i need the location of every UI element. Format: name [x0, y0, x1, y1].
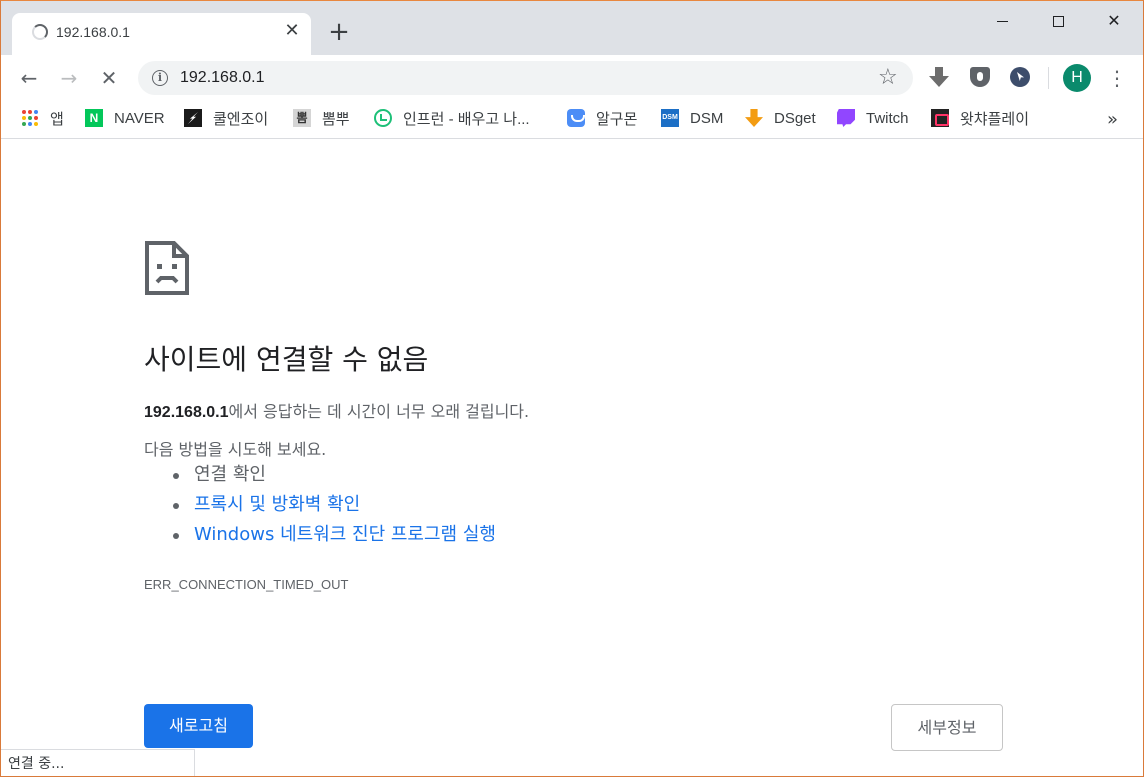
- status-bubble: 연결 중...: [1, 749, 195, 776]
- bookmark-dsm[interactable]: DSM DSM: [661, 107, 723, 129]
- suggestion-check-proxy-firewall-link[interactable]: 프록시 및 방화벽 확인: [144, 492, 496, 522]
- cursor-extension-icon[interactable]: [1010, 67, 1030, 87]
- bookmark-dsget[interactable]: DSget: [745, 107, 816, 129]
- active-tab[interactable]: 192.168.0.1 ✕: [12, 13, 311, 55]
- bookmark-star-icon[interactable]: ☆: [878, 65, 898, 90]
- shield-extension-icon[interactable]: [970, 67, 990, 87]
- sad-page-icon: [145, 241, 189, 295]
- algumon-icon: [567, 109, 585, 127]
- url-text[interactable]: 192.168.0.1: [180, 69, 265, 87]
- bookmark-ppomppu[interactable]: 뽐 뽐뿌: [293, 107, 350, 129]
- bookmark-label: 왓챠플레이: [960, 110, 1030, 128]
- minimize-button[interactable]: [979, 7, 1025, 35]
- bookmark-naver[interactable]: N NAVER: [85, 107, 165, 129]
- loading-spinner-icon: [32, 24, 48, 40]
- suggestion-network-diagnostics-link[interactable]: Windows 네트워크 진단 프로그램 실행: [144, 522, 496, 552]
- tab-strip: 192.168.0.1 ✕ + ✕: [1, 1, 1143, 55]
- forward-button[interactable]: →: [55, 64, 83, 92]
- coolenjoy-icon: [184, 109, 202, 127]
- error-description-text: 에서 응답하는 데 시간이 너무 오래 걸립니다.: [228, 402, 530, 421]
- reload-button[interactable]: 새로고침: [144, 704, 253, 748]
- bookmark-twitch[interactable]: Twitch: [837, 107, 909, 129]
- download-extension-icon[interactable]: [929, 67, 949, 87]
- bookmark-label: Twitch: [866, 109, 909, 127]
- error-page: 사이트에 연결할 수 없음 192.168.0.1에서 응답하는 데 시간이 너…: [1, 140, 1143, 776]
- bookmark-label: 뽐뿌: [322, 110, 350, 128]
- bookmark-coolenjoy[interactable]: 쿨엔조이: [184, 107, 268, 129]
- info-icon[interactable]: i: [152, 70, 168, 86]
- maximize-button[interactable]: [1035, 7, 1081, 35]
- dsget-icon: [745, 109, 763, 127]
- apps-grid-icon: [21, 109, 39, 127]
- bookmark-label: DSM: [690, 109, 724, 127]
- bookmark-label: 쿨엔조이: [213, 110, 269, 128]
- minimize-icon: [996, 21, 1008, 22]
- naver-icon: N: [85, 109, 103, 127]
- bookmark-watcha[interactable]: 왓챠플레이: [931, 107, 1029, 129]
- address-bar[interactable]: i 192.168.0.1 ☆: [138, 61, 913, 95]
- error-description: 192.168.0.1에서 응답하는 데 시간이 너무 오래 걸립니다.: [144, 398, 529, 422]
- tab-title: 192.168.0.1: [56, 24, 130, 40]
- bookmark-label: DSget: [774, 109, 816, 127]
- bookmark-algumon[interactable]: 알구몬: [567, 107, 637, 129]
- more-bookmarks-icon[interactable]: »: [1107, 109, 1118, 130]
- suggestions-heading: 다음 방법을 시도해 보세요.: [144, 440, 327, 459]
- bookmark-label: 앱: [50, 110, 64, 128]
- close-window-button[interactable]: ✕: [1091, 7, 1137, 35]
- new-tab-button[interactable]: +: [327, 19, 351, 47]
- suggestions-list: 연결 확인 프록시 및 방화벽 확인 Windows 네트워크 진단 프로그램 …: [144, 462, 496, 552]
- twitch-icon: [837, 109, 855, 127]
- menu-icon[interactable]: ⋮: [1107, 64, 1127, 92]
- bookmark-label: 알구몬: [596, 110, 638, 128]
- toolbar: ← → ✕ i 192.168.0.1 ☆ H ⋮: [1, 55, 1143, 100]
- toolbar-divider: [1048, 67, 1049, 89]
- dsm-icon: DSM: [661, 109, 679, 127]
- error-host: 192.168.0.1: [144, 404, 229, 421]
- maximize-icon: [1052, 16, 1064, 27]
- browser-window: 192.168.0.1 ✕ + ✕ ← → ✕ i 192.168.0.1 ☆ …: [0, 0, 1144, 777]
- tab-close-icon[interactable]: ✕: [282, 21, 302, 41]
- watcha-icon: [931, 109, 949, 127]
- back-button[interactable]: ←: [15, 64, 43, 92]
- bookmark-label: NAVER: [114, 109, 165, 127]
- inflearn-icon: [374, 109, 392, 127]
- suggestion-check-connection: 연결 확인: [144, 462, 496, 492]
- details-button[interactable]: 세부정보: [891, 704, 1003, 751]
- error-title: 사이트에 연결할 수 없음: [144, 343, 429, 376]
- profile-avatar[interactable]: H: [1063, 64, 1091, 92]
- ppomppu-icon: 뽐: [293, 109, 311, 127]
- bookmark-apps[interactable]: 앱: [21, 107, 64, 129]
- bookmark-inflearn[interactable]: 인프런 - 배우고 나...: [374, 107, 530, 129]
- stop-loading-button[interactable]: ✕: [95, 64, 123, 92]
- error-code: ERR_CONNECTION_TIMED_OUT: [144, 577, 349, 592]
- close-icon: ✕: [1107, 11, 1121, 30]
- bookmarks-bar: 앱 N NAVER 쿨엔조이 뽐 뽐뿌 인프런 - 배우고 나... 알구몬 D…: [1, 100, 1143, 139]
- bookmark-label: 인프런 - 배우고 나...: [403, 110, 530, 128]
